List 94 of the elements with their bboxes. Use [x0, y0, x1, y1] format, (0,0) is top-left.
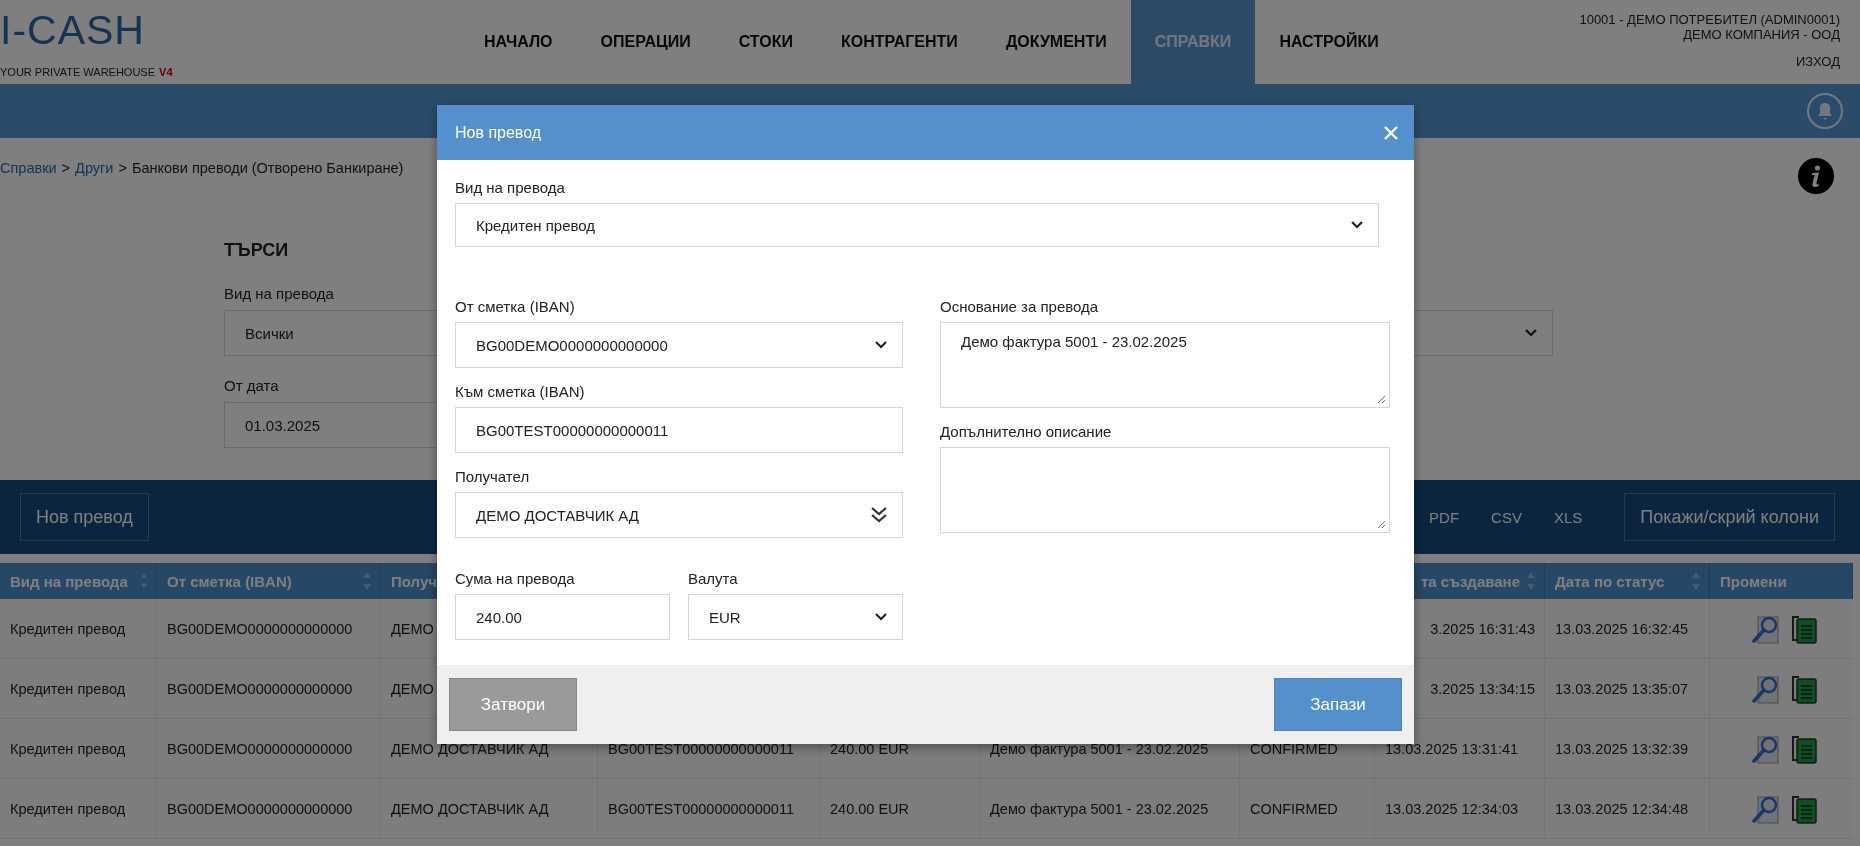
table-cell: Демо фактура 5001 - 23.02.2025 — [990, 740, 1209, 757]
table-cell: Кредитен превод — [10, 620, 126, 637]
table-cell: ДЕМО ДОСТАВЧИК АД — [391, 740, 549, 757]
section-title: ТЪРСИ — [224, 239, 289, 262]
dropdown-field[interactable]: Кредитен превод — [455, 203, 1379, 247]
chevron-down-icon — [1524, 328, 1538, 338]
table-cell: CONFIRMED — [1250, 740, 1338, 757]
text-area[interactable]: Демо фактура 5001 - 23.02.2025 — [940, 322, 1390, 408]
column-header[interactable]: Промени — [1720, 572, 1787, 590]
table-cell: ДЕМО — [391, 620, 434, 637]
nav-tab[interactable]: КОНТРАГЕНТИ — [816, 0, 982, 84]
breadcrumb-link[interactable]: Други — [75, 160, 114, 176]
company-name: ДЕМО КОМПАНИЯ - ООД — [1683, 27, 1840, 42]
field-label: От дата — [224, 376, 279, 396]
table-cell: BG00DEMO0000000000000 — [167, 620, 353, 637]
resize-grip-icon[interactable] — [1377, 520, 1386, 529]
table-cell: 240.00 EUR — [830, 740, 909, 757]
chevron-down-icon — [1350, 220, 1364, 230]
nav-tab[interactable]: НАЧАЛО — [460, 0, 577, 84]
export-link[interactable]: CSV — [1491, 508, 1522, 526]
bell-icon[interactable] — [1806, 92, 1844, 130]
table-cell: CONFIRMED — [1250, 800, 1338, 817]
copy-document-icon[interactable] — [1789, 613, 1818, 644]
breadcrumb-link[interactable]: Справки — [0, 160, 57, 176]
input-field[interactable]: 240.00 — [455, 594, 670, 640]
field-label: Валута — [688, 569, 738, 589]
table-cell: ДЕМО — [391, 680, 434, 697]
table-cell: Кредитен превод — [10, 740, 126, 757]
table-cell: 13.03.2025 12:34:03 — [1385, 800, 1519, 817]
export-link[interactable]: XLS — [1553, 508, 1583, 526]
chevron-down-icon — [874, 340, 888, 350]
field-label: Допълнително описание — [940, 422, 1112, 442]
export-link[interactable]: PDF — [1429, 508, 1460, 526]
field-label: Сума на превода — [455, 569, 575, 589]
breadcrumb-separator: > — [61, 160, 71, 176]
table-cell: 13.03.2025 13:32:39 — [1555, 740, 1689, 757]
field-label: Получател — [455, 467, 530, 487]
field-label: Основание за превода — [940, 297, 1099, 317]
search-document-icon[interactable] — [1751, 673, 1780, 704]
columns-toggle-button[interactable]: Покажи/скрий колони — [1624, 493, 1835, 541]
search-document-icon[interactable] — [1751, 793, 1780, 824]
close-icon[interactable] — [1384, 125, 1398, 140]
user-name: 10001 - ДЕМО ПОТРЕБИТЕЛ (ADMIN0001) — [1579, 12, 1840, 27]
breadcrumb-current: Банкови преводи (Отворено Банкиране) — [131, 160, 404, 176]
table-cell: Демо фактура 5001 - 23.02.2025 — [990, 800, 1209, 817]
close-button[interactable]: Затвори — [449, 678, 577, 731]
table-cell: 13.03.2025 13:35:07 — [1555, 680, 1689, 697]
logo-text[interactable]: I-CASH — [0, 8, 145, 52]
tagline: YOUR PRIVATE WAREHOUSE — [0, 66, 156, 78]
field-label: Към сметка (IBAN) — [455, 382, 585, 402]
nav-tab[interactable]: СТОКИ — [714, 0, 817, 84]
chevron-down-icon — [874, 612, 888, 622]
column-header[interactable]: Вид на превода — [10, 572, 128, 590]
copy-document-icon[interactable] — [1789, 793, 1818, 824]
new-transfer-button[interactable]: Нов превод — [20, 493, 149, 541]
search-document-icon[interactable] — [1751, 733, 1780, 764]
table-cell: ДЕМО ДОСТАВЧИК АД — [391, 800, 549, 817]
info-icon[interactable] — [1798, 158, 1834, 194]
lookup-field[interactable]: ДЕМО ДОСТАВЧИК АД — [455, 492, 903, 538]
dropdown-field[interactable]: BG00DEMO0000000000000 — [455, 322, 903, 368]
table-cell: Кредитен превод — [10, 680, 126, 697]
breadcrumb-separator: > — [118, 160, 127, 176]
table-cell: 13.03.2025 12:34:48 — [1555, 800, 1689, 817]
copy-document-icon[interactable] — [1789, 673, 1818, 704]
nav-tab[interactable]: НАСТРОЙКИ — [1255, 0, 1403, 84]
input-field[interactable]: BG00TEST00000000000011 — [455, 407, 903, 453]
table-cell: 3.2025 16:31:43 — [1430, 620, 1535, 637]
column-header[interactable]: От сметка (IBAN) — [167, 572, 292, 590]
column-header[interactable]: Дата по статус — [1555, 572, 1665, 590]
table-cell: BG00DEMO0000000000000 — [167, 800, 353, 817]
table-cell: BG00DEMO0000000000000 — [167, 680, 353, 697]
field-label: Вид на превода — [455, 178, 565, 198]
version-label: V4 — [159, 66, 173, 78]
table-cell: BG00TEST00000000000011 — [608, 800, 794, 817]
logout-link[interactable]: ИЗХОД — [1795, 54, 1840, 69]
copy-document-icon[interactable] — [1789, 733, 1818, 764]
table-cell: 240.00 EUR — [830, 800, 909, 817]
save-button[interactable]: Запази — [1274, 678, 1402, 731]
nav-tab[interactable]: ОПЕРАЦИИ — [576, 0, 715, 84]
table-cell: 13.03.2025 16:32:45 — [1555, 620, 1689, 637]
double-chevron-icon — [870, 506, 888, 524]
table-cell: 3.2025 13:34:15 — [1430, 680, 1535, 697]
column-header[interactable]: Получ — [391, 572, 437, 590]
dialog-title: Нов превод — [455, 123, 542, 142]
dropdown-field[interactable]: EUR — [688, 594, 903, 640]
table-cell: 13.03.2025 13:31:41 — [1385, 740, 1519, 757]
resize-grip-icon[interactable] — [1377, 395, 1386, 404]
nav-tab[interactable]: ДОКУМЕНТИ — [981, 0, 1131, 84]
table-cell: Кредитен превод — [10, 800, 126, 817]
column-header[interactable]: та създаване — [1420, 572, 1520, 590]
field-label: Вид на превода — [224, 284, 334, 304]
search-document-icon[interactable] — [1751, 613, 1780, 644]
table-cell: BG00DEMO0000000000000 — [167, 740, 353, 757]
table-cell: BG00TEST00000000000011 — [608, 740, 794, 757]
